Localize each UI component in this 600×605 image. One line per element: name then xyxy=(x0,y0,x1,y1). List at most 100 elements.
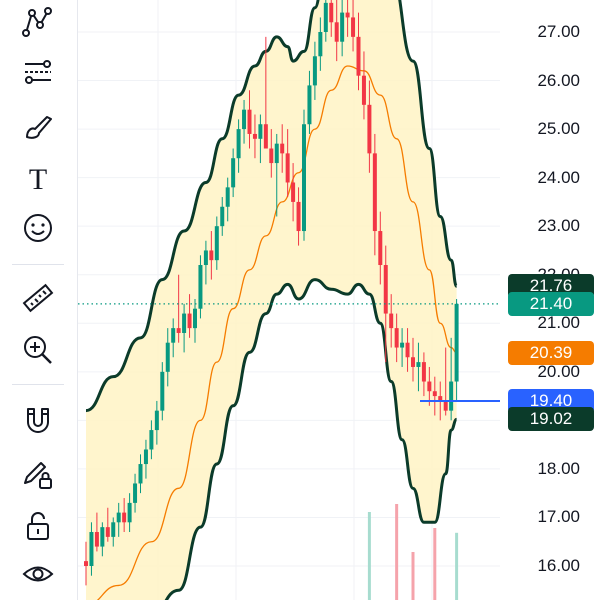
candle-body xyxy=(89,532,94,566)
candle-body xyxy=(443,400,448,411)
candle-body xyxy=(318,32,323,57)
candle-body xyxy=(193,308,197,329)
candle-body xyxy=(454,303,459,382)
fib-tool[interactable] xyxy=(14,50,62,94)
candle-body xyxy=(351,17,356,37)
candle-body xyxy=(165,342,170,372)
pattern-icon xyxy=(22,7,52,37)
volume-bar xyxy=(455,532,459,600)
price-chart[interactable] xyxy=(78,0,549,605)
candle-body xyxy=(111,522,116,537)
price-tick-label: 21.00 xyxy=(537,313,580,333)
candle-body xyxy=(389,313,394,329)
price-tick-label: 18.00 xyxy=(537,458,580,478)
candle-body xyxy=(323,2,328,33)
toolbar-separator xyxy=(12,384,64,385)
candle-body xyxy=(302,124,306,232)
price-tick-label: 26.00 xyxy=(537,70,580,90)
text-tool-glyph: T xyxy=(29,163,47,195)
magnet-tool[interactable] xyxy=(14,398,62,442)
candle-body xyxy=(127,502,132,523)
candle-body xyxy=(182,313,187,333)
candle-body xyxy=(361,75,366,105)
price-tick-label: 27.00 xyxy=(537,22,580,41)
candle-body xyxy=(383,265,388,314)
pattern-tool[interactable] xyxy=(14,0,62,44)
candle-body xyxy=(242,109,247,130)
candle-body xyxy=(247,109,252,134)
brush-icon xyxy=(26,116,52,139)
candle-body xyxy=(252,133,257,139)
candle-body xyxy=(405,342,410,358)
candle-body xyxy=(432,391,437,397)
candle-body xyxy=(312,56,317,86)
drawing-toolbar: T xyxy=(0,0,76,600)
ruler-tool[interactable] xyxy=(14,276,62,320)
price-tag: 21.40 xyxy=(508,291,594,316)
candle-body xyxy=(258,124,263,139)
emoji-tool[interactable] xyxy=(14,206,62,250)
price-tick-label: 16.00 xyxy=(537,556,580,575)
candle-body xyxy=(116,512,121,523)
magnet-icon xyxy=(27,408,49,433)
ruler-icon xyxy=(22,283,54,313)
candle-body xyxy=(340,12,345,42)
eye-icon xyxy=(22,566,54,582)
candle-body xyxy=(356,36,361,76)
candle-body xyxy=(198,265,203,309)
candle-body xyxy=(122,512,127,523)
candle-body xyxy=(329,2,334,23)
candle-body xyxy=(143,449,148,465)
smiley-icon xyxy=(24,214,52,242)
price-tick-label: 17.00 xyxy=(537,507,580,527)
candle-body xyxy=(427,381,432,392)
candle-body xyxy=(100,527,105,547)
text-tool[interactable]: T xyxy=(14,156,62,200)
lock-drawing-tool[interactable] xyxy=(14,452,62,496)
pencil-lock-icon xyxy=(24,462,52,489)
candle-body xyxy=(394,328,399,348)
candle-body xyxy=(138,464,143,484)
candle-body xyxy=(94,532,99,547)
candle-body xyxy=(214,226,219,261)
candle-body xyxy=(285,153,290,183)
candle-body xyxy=(411,357,415,367)
toolbar-separator xyxy=(12,264,64,265)
candle-body xyxy=(220,206,225,227)
candle-body xyxy=(269,148,274,164)
candle-body xyxy=(149,430,154,450)
candle-body xyxy=(133,483,138,503)
price-axis[interactable]: 27.0026.0025.0024.0023.0022.0021.0020.00… xyxy=(500,0,600,600)
candle-body xyxy=(154,410,159,431)
candle-body xyxy=(160,371,165,411)
candle-body xyxy=(296,201,301,232)
candle-body xyxy=(187,313,192,329)
volume-bar xyxy=(395,504,399,600)
volume-bar xyxy=(433,528,437,600)
candle-body xyxy=(263,124,268,149)
candle-body xyxy=(334,22,339,42)
candle-body xyxy=(449,381,454,411)
price-tick-label: 24.00 xyxy=(537,167,580,187)
zoom-tool[interactable] xyxy=(14,328,62,372)
padlock-icon xyxy=(27,512,49,540)
visibility-tool[interactable] xyxy=(14,552,62,596)
candlestick-chart-svg[interactable] xyxy=(78,0,549,605)
candle-body xyxy=(416,362,421,367)
lock-all-tool[interactable] xyxy=(14,504,62,548)
candle-body xyxy=(421,362,426,382)
fib-retracement-icon xyxy=(25,60,51,84)
candle-body xyxy=(209,250,214,261)
price-tick-label: 25.00 xyxy=(537,119,580,139)
candle-body xyxy=(225,187,230,207)
candle-body xyxy=(84,561,88,566)
candle-body xyxy=(372,153,377,232)
zoom-in-icon xyxy=(24,336,52,364)
candle-body xyxy=(291,182,296,202)
candle-body xyxy=(231,158,236,188)
candle-body xyxy=(274,143,279,164)
text-icon: T xyxy=(29,163,47,195)
candle-body xyxy=(378,231,383,266)
price-tick-label: 23.00 xyxy=(537,216,580,236)
brush-tool[interactable] xyxy=(14,104,62,148)
